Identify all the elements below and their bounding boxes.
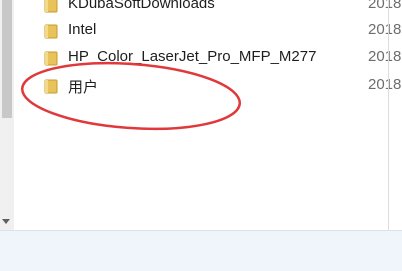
file-date: 2018 xyxy=(368,0,402,12)
file-date: 2018 xyxy=(368,76,402,93)
file-row-hp-color-laserjet[interactable]: HP_Color_LaserJet_Pro_MFP_M277 2018 xyxy=(0,45,402,71)
folder-icon xyxy=(44,0,58,13)
file-name[interactable]: 用户 xyxy=(68,76,98,97)
file-name[interactable]: Intel xyxy=(68,21,96,38)
file-row-intel[interactable]: Intel 2018 xyxy=(0,18,402,44)
file-date: 2018 xyxy=(368,21,402,38)
explorer-window: KDubaSoftDownloads 2018 Intel 2018 HP_Co… xyxy=(0,0,402,271)
folder-icon xyxy=(44,50,58,66)
folder-icon xyxy=(44,78,58,94)
file-name[interactable]: HP_Color_LaserJet_Pro_MFP_M277 xyxy=(68,48,316,65)
column-divider[interactable] xyxy=(388,0,389,230)
scroll-down-arrow-icon[interactable] xyxy=(2,219,10,224)
folder-icon xyxy=(44,23,58,39)
file-row-kdubasoftdownloads[interactable]: KDubaSoftDownloads 2018 xyxy=(0,0,402,18)
file-date: 2018 xyxy=(368,48,402,65)
file-list: KDubaSoftDownloads 2018 Intel 2018 HP_Co… xyxy=(0,0,402,230)
file-row-users[interactable]: 用户 2018 xyxy=(0,73,402,99)
status-bar xyxy=(0,230,402,271)
file-name[interactable]: KDubaSoftDownloads xyxy=(68,0,215,12)
